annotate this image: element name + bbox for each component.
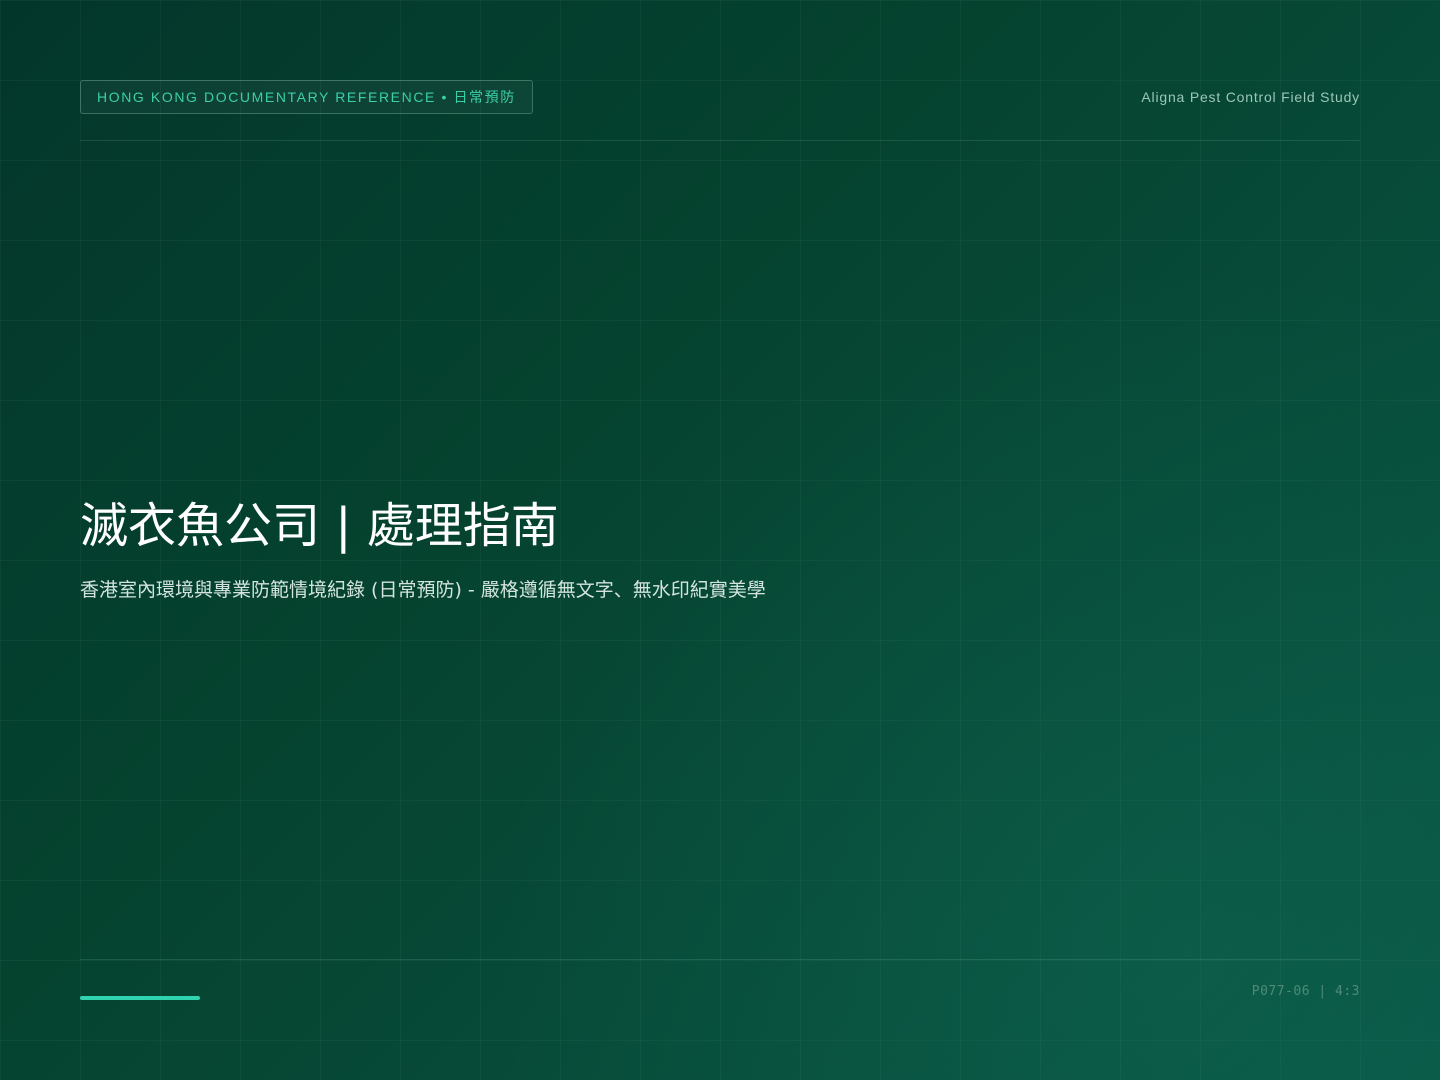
slide-code: P077-06 | 4:3	[1251, 984, 1360, 999]
study-label: Aligna Pest Control Field Study	[1141, 89, 1360, 105]
page-title: 滅衣魚公司 | 處理指南	[80, 498, 559, 554]
category-badge: HONG KONG DOCUMENTARY REFERENCE • 日常預防	[80, 80, 533, 114]
page-subtitle: 香港室內環境與專業防範情境紀錄 (日常預防) - 嚴格遵循無文字、無水印紀實美學	[80, 579, 766, 601]
header-divider	[80, 140, 1360, 141]
accent-bar	[80, 996, 200, 1000]
footer-divider	[80, 959, 1360, 960]
